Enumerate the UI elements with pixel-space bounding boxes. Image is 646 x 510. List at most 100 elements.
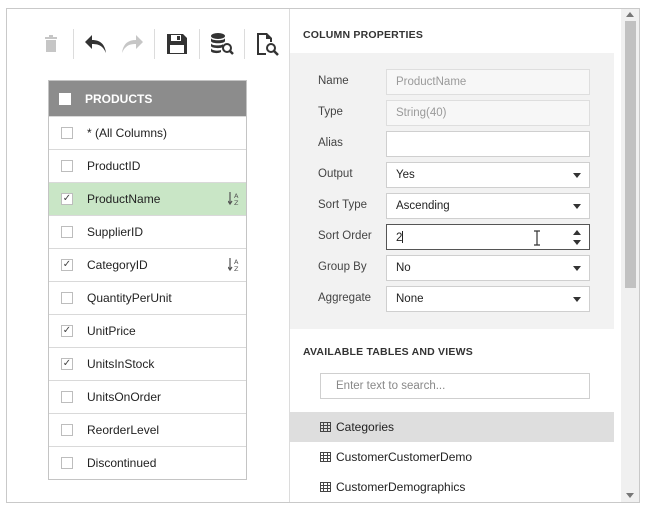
table-row[interactable]: UnitsOnOrder [49, 380, 246, 413]
table-row[interactable]: ✓ UnitsInStock [49, 347, 246, 380]
trash-icon [45, 35, 57, 52]
sort-ascending-icon[interactable]: AZ [228, 257, 240, 273]
scroll-up-icon[interactable] [626, 12, 634, 17]
group-by-label: Group By [318, 261, 367, 273]
save-icon [167, 34, 187, 54]
toolbar-separator [73, 29, 74, 59]
select-all-checkbox[interactable] [59, 92, 71, 105]
products-table-header: PRODUCTS [49, 81, 246, 116]
vertical-scrollbar[interactable] [621, 9, 639, 502]
column-checkbox[interactable] [61, 391, 73, 403]
table-row[interactable]: Discontinued [49, 446, 246, 479]
table-grid-icon [320, 422, 331, 432]
chevron-down-icon[interactable] [573, 266, 581, 271]
output-select[interactable]: Yes [386, 162, 590, 188]
column-label: UnitsOnOrder [87, 390, 162, 404]
chevron-down-icon[interactable] [573, 173, 581, 178]
query-builder-window: PRODUCTS * (All Columns) ProductID ✓ Produc… [6, 8, 640, 503]
aggregate-select[interactable]: None [386, 286, 590, 312]
column-checkbox[interactable] [61, 457, 73, 469]
column-label: QuantityPerUnit [87, 291, 172, 305]
database-search-icon [211, 33, 234, 55]
column-label: UnitPrice [87, 324, 136, 338]
products-table: PRODUCTS * (All Columns) ProductID ✓ Produc… [48, 80, 247, 480]
table-row[interactable]: ✓ ProductName A Z [49, 182, 246, 215]
table-name: CustomerCustomerDemo [336, 450, 473, 464]
sort-order-spinner[interactable]: 2 [386, 224, 590, 250]
name-field: ProductName [386, 69, 590, 95]
column-checkbox[interactable]: ✓ [61, 193, 73, 205]
save-button[interactable] [159, 27, 195, 61]
sort-type-select[interactable]: Ascending [386, 193, 590, 219]
type-row: Type String(40) [290, 100, 614, 127]
table-row[interactable]: * (All Columns) [49, 116, 246, 149]
checkmark-icon: ✓ [62, 193, 72, 204]
delete-button[interactable] [33, 27, 69, 61]
alias-row: Alias [290, 131, 614, 158]
column-checkbox[interactable] [61, 226, 73, 238]
output-label: Output [318, 168, 353, 180]
spin-down-icon[interactable] [573, 240, 581, 245]
redo-icon [122, 35, 143, 53]
properties-panel: COLUMN PROPERTIES Name ProductName Type … [289, 9, 614, 502]
undo-button[interactable] [78, 27, 114, 61]
aggregate-label: Aggregate [318, 292, 372, 304]
sort-type-value: Ascending [396, 200, 450, 212]
column-properties-form: Name ProductName Type String(40) Alias O… [290, 53, 614, 329]
table-row[interactable]: ProductID [49, 149, 246, 182]
svg-text:Z: Z [234, 265, 239, 273]
column-checkbox[interactable] [61, 424, 73, 436]
table-row[interactable]: QuantityPerUnit [49, 281, 246, 314]
column-checkbox[interactable] [61, 292, 73, 304]
checkmark-icon: ✓ [62, 259, 72, 270]
svg-text:Z: Z [234, 199, 239, 207]
document-search-icon [257, 33, 279, 56]
toolbar-separator [154, 29, 155, 59]
name-label: Name [318, 75, 349, 87]
column-checkbox[interactable]: ✓ [61, 259, 73, 271]
list-item[interactable]: CustomerDemographics [290, 472, 614, 502]
sort-ascending-icon[interactable]: AZ [228, 191, 240, 207]
table-name: CustomerDemographics [336, 480, 466, 494]
scrollbar-thumb[interactable] [625, 21, 636, 288]
column-checkbox[interactable]: ✓ [61, 358, 73, 370]
table-row[interactable]: ✓ CategoryID A Z [49, 248, 246, 281]
sort-order-label: Sort Order [318, 230, 372, 242]
list-item[interactable]: Categories [290, 412, 614, 442]
chevron-down-icon[interactable] [573, 204, 581, 209]
sort-order-row: Sort Order 2 [290, 224, 614, 251]
type-field: String(40) [386, 100, 590, 126]
list-item[interactable]: CustomerCustomerDemo [290, 442, 614, 472]
table-row[interactable]: SupplierID [49, 215, 246, 248]
column-label: Discontinued [87, 456, 157, 470]
aggregate-value: None [396, 293, 424, 305]
sort-type-label: Sort Type [318, 199, 368, 211]
name-row: Name ProductName [290, 69, 614, 96]
column-label: * (All Columns) [87, 126, 168, 140]
column-checkbox[interactable]: ✓ [61, 325, 73, 337]
toolbar [33, 27, 285, 61]
alias-input[interactable] [386, 131, 590, 157]
column-label: SupplierID [87, 225, 144, 239]
preview-results-button[interactable] [249, 27, 285, 61]
products-table-title: PRODUCTS [85, 91, 153, 106]
column-checkbox[interactable] [61, 160, 73, 172]
column-label: ProductName [87, 192, 161, 206]
spin-up-icon[interactable] [573, 230, 581, 235]
table-name: Categories [336, 420, 395, 434]
tables-search-input[interactable]: Enter text to search... [320, 373, 590, 399]
scroll-down-icon[interactable] [626, 493, 634, 498]
table-row[interactable]: ✓ UnitPrice [49, 314, 246, 347]
chevron-down-icon[interactable] [573, 297, 581, 302]
column-label: ReorderLevel [87, 423, 160, 437]
redo-button[interactable] [114, 27, 150, 61]
checkmark-icon: ✓ [62, 325, 72, 336]
column-checkbox[interactable] [61, 127, 73, 139]
undo-icon [85, 35, 106, 53]
group-by-row: Group By No [290, 255, 614, 282]
preview-data-button[interactable] [204, 27, 240, 61]
ibeam-cursor-icon [534, 230, 540, 246]
table-row[interactable]: ReorderLevel [49, 413, 246, 446]
alias-label: Alias [318, 137, 343, 149]
group-by-select[interactable]: No [386, 255, 590, 281]
